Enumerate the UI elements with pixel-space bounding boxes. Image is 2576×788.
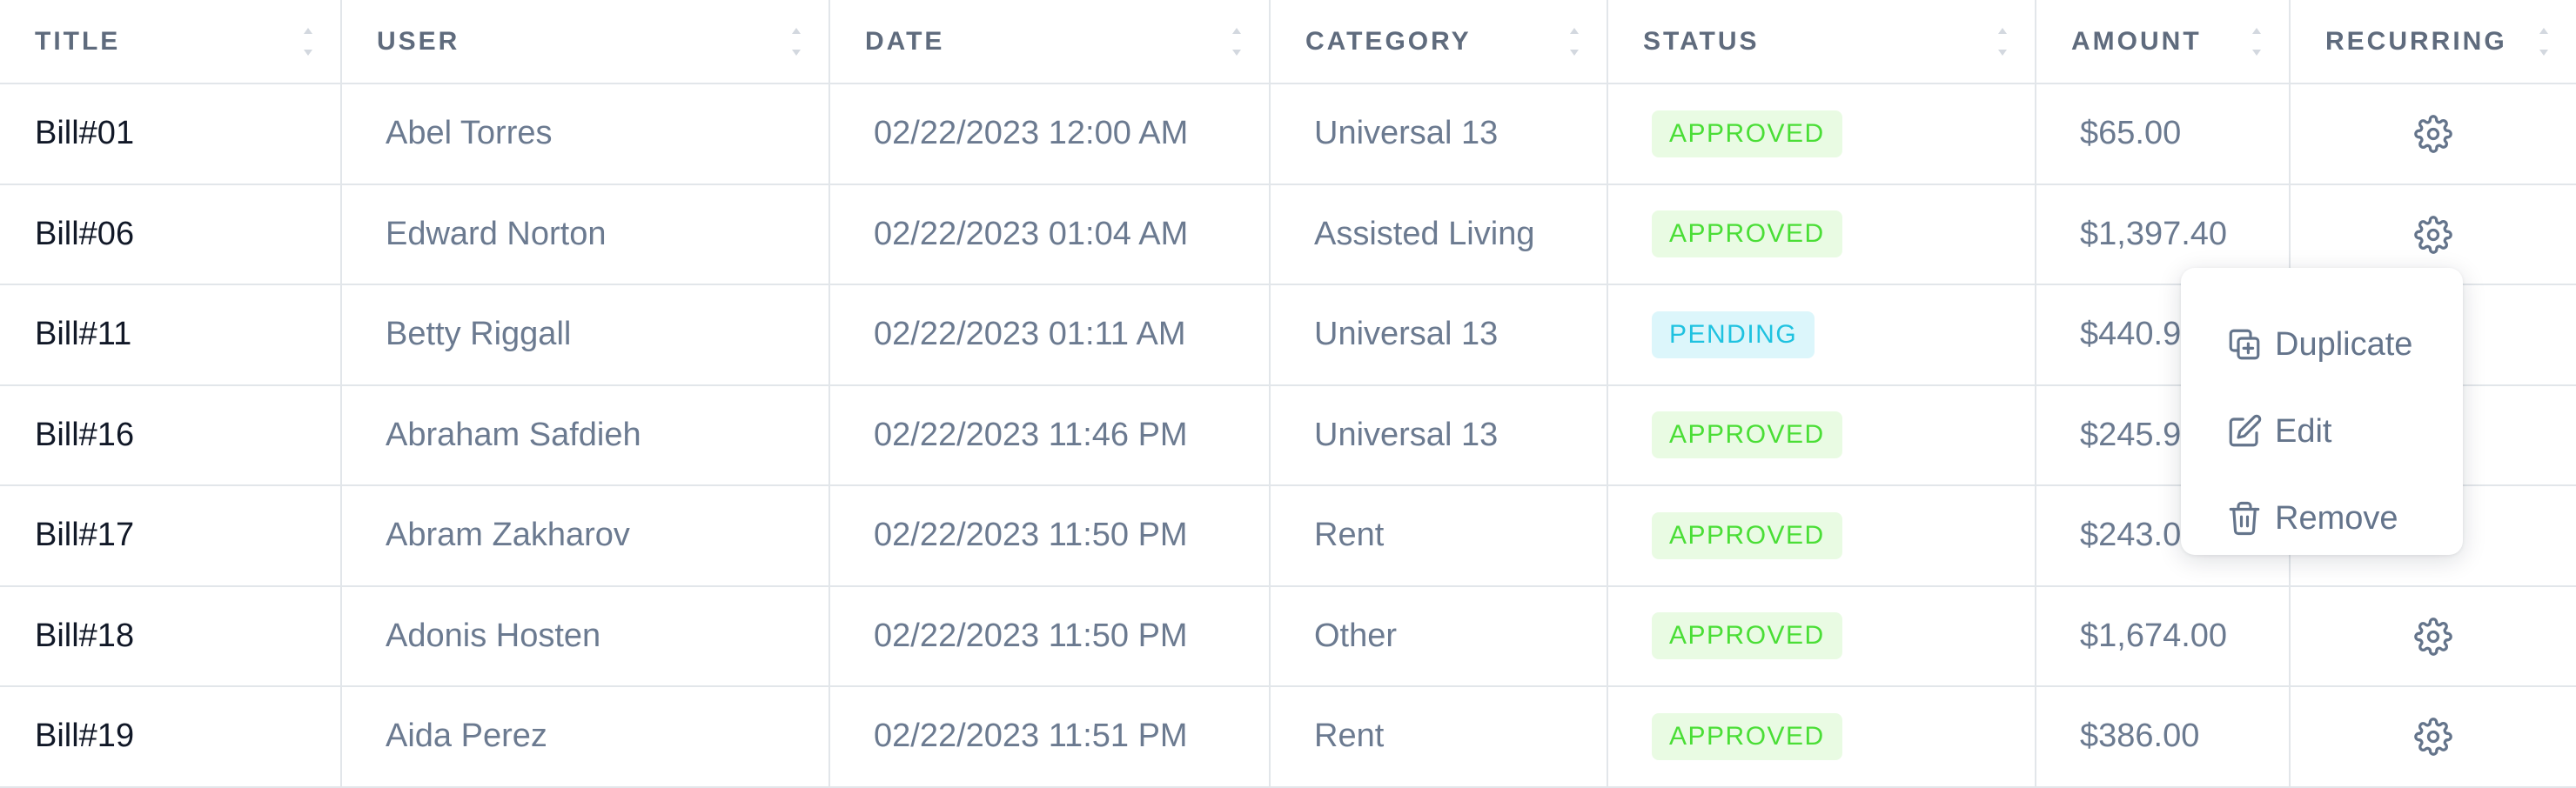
column-header-user[interactable]: USER	[341, 0, 830, 84]
table-row[interactable]: Bill#18 Adonis Hosten 02/22/2023 11:50 PM O…	[0, 585, 2576, 687]
duplicate-icon	[2226, 326, 2275, 363]
cell-date: 02/22/2023 01:11 AM	[829, 284, 1271, 386]
menu-item-duplicate[interactable]: Duplicate	[2181, 301, 2463, 388]
menu-item-label: Edit	[2275, 412, 2332, 450]
menu-item-label: Remove	[2275, 499, 2398, 537]
sort-icon[interactable]	[2538, 26, 2550, 57]
cell-category: Rent	[1270, 485, 1608, 587]
cell-user: Adonis Hosten	[341, 585, 830, 687]
status-badge: PENDING	[1652, 311, 1815, 358]
header-row: TITLE USER DATE CATEGORY STATUS AMOUNT R…	[0, 0, 2576, 84]
menu-item-remove[interactable]: Remove	[2181, 475, 2463, 562]
sort-icon[interactable]	[1231, 26, 1243, 57]
cell-date: 02/22/2023 11:51 PM	[829, 686, 1271, 788]
cell-title: Bill#01	[0, 83, 342, 185]
status-badge: APPROVED	[1652, 612, 1842, 660]
cell-date: 02/22/2023 01:04 AM	[829, 184, 1271, 285]
table-row[interactable]: Bill#19 Aida Perez 02/22/2023 11:51 PM Rent…	[0, 686, 2576, 788]
cell-date: 02/22/2023 11:46 PM	[829, 384, 1271, 486]
cell-status: PENDING	[1607, 284, 2036, 386]
cell-status: APPROVED	[1607, 686, 2036, 788]
cell-category: Universal 13	[1270, 384, 1608, 486]
column-header-label: STATUS	[1643, 26, 1760, 56]
cell-date: 02/22/2023 12:00 AM	[829, 83, 1271, 185]
cell-status: APPROVED	[1607, 83, 2036, 185]
cell-recurring	[2290, 686, 2576, 788]
cell-user: Edward Norton	[341, 184, 830, 285]
cell-title: Bill#17	[0, 485, 342, 587]
cell-category: Rent	[1270, 686, 1608, 788]
cell-status: APPROVED	[1607, 184, 2036, 285]
cell-category: Assisted Living	[1270, 184, 1608, 285]
status-badge: APPROVED	[1652, 712, 1842, 760]
cell-user: Abel Torres	[341, 83, 830, 185]
table-header: TITLE USER DATE CATEGORY STATUS AMOUNT R…	[0, 0, 2576, 84]
sort-icon[interactable]	[1568, 26, 1580, 57]
sort-icon[interactable]	[790, 26, 802, 57]
cell-user: Betty Riggall	[341, 284, 830, 386]
cell-title: Bill#19	[0, 686, 342, 788]
cell-user: Aida Perez	[341, 686, 830, 788]
status-badge: APPROVED	[1652, 411, 1842, 459]
cell-category: Other	[1270, 585, 1608, 687]
cell-amount: $1,674.00	[2036, 585, 2291, 687]
column-header-recurring[interactable]: RECURRING	[2290, 0, 2576, 84]
cell-title: Bill#06	[0, 184, 342, 285]
gear-icon[interactable]	[2414, 215, 2452, 254]
cell-status: APPROVED	[1607, 485, 2036, 587]
cell-user: Abraham Safdieh	[341, 384, 830, 486]
trash-icon	[2226, 500, 2275, 537]
cell-title: Bill#16	[0, 384, 342, 486]
column-header-category[interactable]: CATEGORY	[1270, 0, 1608, 84]
cell-date: 02/22/2023 11:50 PM	[829, 585, 1271, 687]
status-badge: APPROVED	[1652, 210, 1842, 258]
column-header-label: CATEGORY	[1305, 26, 1472, 56]
column-header-label: TITLE	[35, 26, 121, 56]
cell-amount: $386.00	[2036, 686, 2291, 788]
column-header-amount[interactable]: AMOUNT	[2036, 0, 2291, 84]
edit-icon	[2226, 413, 2275, 450]
cell-recurring	[2290, 585, 2576, 687]
cell-status: APPROVED	[1607, 384, 2036, 486]
status-badge: APPROVED	[1652, 110, 1842, 157]
cell-title: Bill#11	[0, 284, 342, 386]
cell-category: Universal 13	[1270, 83, 1608, 185]
column-header-label: USER	[377, 26, 460, 56]
column-header-label: DATE	[865, 26, 945, 56]
column-header-title[interactable]: TITLE	[0, 0, 342, 84]
gear-icon[interactable]	[2414, 617, 2452, 656]
cell-recurring	[2290, 83, 2576, 185]
cell-user: Abram Zakharov	[341, 485, 830, 587]
menu-item-edit[interactable]: Edit	[2181, 388, 2463, 475]
column-header-label: RECURRING	[2325, 26, 2507, 56]
sort-icon[interactable]	[302, 26, 314, 57]
gear-icon[interactable]	[2414, 718, 2452, 757]
cell-title: Bill#18	[0, 585, 342, 687]
recurring-context-menu: Duplicate Edit Remove	[2181, 268, 2463, 555]
column-header-label: AMOUNT	[2071, 26, 2202, 56]
status-badge: APPROVED	[1652, 511, 1842, 559]
sort-icon[interactable]	[1996, 26, 2009, 57]
table-row[interactable]: Bill#01 Abel Torres 02/22/2023 12:00 AM Uni…	[0, 83, 2576, 185]
cell-category: Universal 13	[1270, 284, 1608, 386]
menu-item-label: Duplicate	[2275, 325, 2413, 363]
column-header-date[interactable]: DATE	[829, 0, 1271, 84]
cell-date: 02/22/2023 11:50 PM	[829, 485, 1271, 587]
cell-amount: $65.00	[2036, 83, 2291, 185]
sort-icon[interactable]	[2251, 26, 2263, 57]
gear-icon[interactable]	[2414, 115, 2452, 154]
column-header-status[interactable]: STATUS	[1607, 0, 2036, 84]
cell-status: APPROVED	[1607, 585, 2036, 687]
